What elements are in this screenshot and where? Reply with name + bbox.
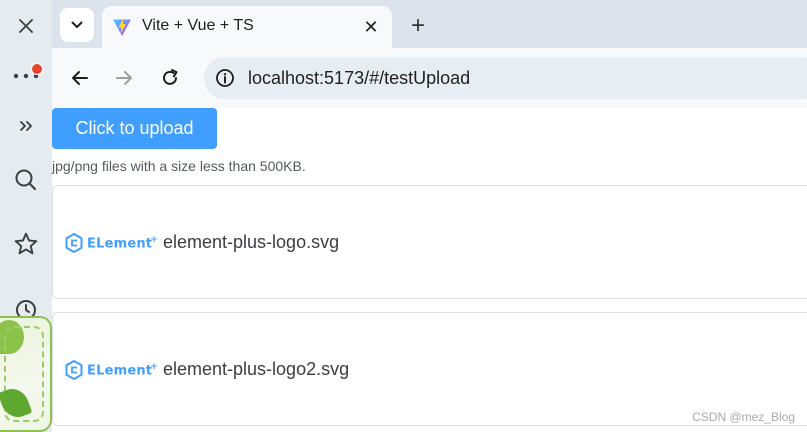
double-chevron-right-icon[interactable]: [0, 106, 52, 146]
logo-text: ELement+: [87, 361, 158, 379]
reload-button[interactable]: [156, 64, 184, 92]
file-name: element-plus-logo2.svg: [163, 359, 350, 379]
address-bar[interactable]: localhost:5173/#/testUpload: [204, 57, 807, 99]
vite-logo-icon: [113, 17, 131, 36]
reload-icon: [163, 69, 178, 85]
tab-close-icon[interactable]: ✕: [360, 16, 382, 38]
arrow-left-icon: [72, 71, 88, 85]
back-button[interactable]: [66, 64, 94, 92]
new-tab-button[interactable]: +: [404, 12, 432, 40]
decorative-plant-illustration: [0, 316, 52, 432]
page-content: Click to upload jpg/png files with a siz…: [52, 108, 807, 432]
upload-button[interactable]: Click to upload: [52, 108, 217, 149]
browser-sidebar: [0, 0, 52, 432]
tab-search-button[interactable]: [60, 8, 94, 42]
tab-active[interactable]: Vite + Vue + TS ✕: [102, 6, 392, 48]
more-dots-icon[interactable]: [0, 56, 52, 96]
site-info-icon[interactable]: [212, 65, 238, 91]
browser-toolbar: localhost:5173/#/testUpload: [52, 48, 807, 108]
star-icon[interactable]: [0, 224, 52, 264]
upload-tip: jpg/png files with a size less than 500K…: [52, 158, 306, 174]
tab-title: Vite + Vue + TS: [142, 17, 254, 34]
url-text[interactable]: localhost:5173/#/testUpload: [248, 68, 470, 89]
element-hexagon-icon: [65, 360, 83, 380]
tab-strip: Vite + Vue + TS ✕ +: [52, 0, 807, 48]
notification-badge: [31, 63, 43, 75]
element-plus-logo: ELement+: [65, 232, 158, 254]
chevron-down-icon: [71, 21, 83, 28]
watermark: CSDN @mez_Blog: [692, 410, 795, 424]
logo-text: ELement+: [87, 234, 158, 252]
arrow-right-icon: [116, 71, 132, 85]
file-list-item[interactable]: ELement+ element-plus-logo2.svg: [52, 312, 807, 426]
url-host: localhost: [248, 68, 320, 88]
url-path: :5173/#/testUpload: [319, 68, 471, 88]
close-icon[interactable]: [0, 6, 52, 46]
file-list-item[interactable]: ELement+ element-plus-logo.svg: [52, 185, 807, 299]
search-icon[interactable]: [0, 160, 52, 200]
element-plus-logo: ELement+: [65, 359, 158, 381]
forward-button[interactable]: [110, 64, 138, 92]
file-name: element-plus-logo.svg: [163, 232, 340, 252]
element-hexagon-icon: [65, 233, 83, 253]
